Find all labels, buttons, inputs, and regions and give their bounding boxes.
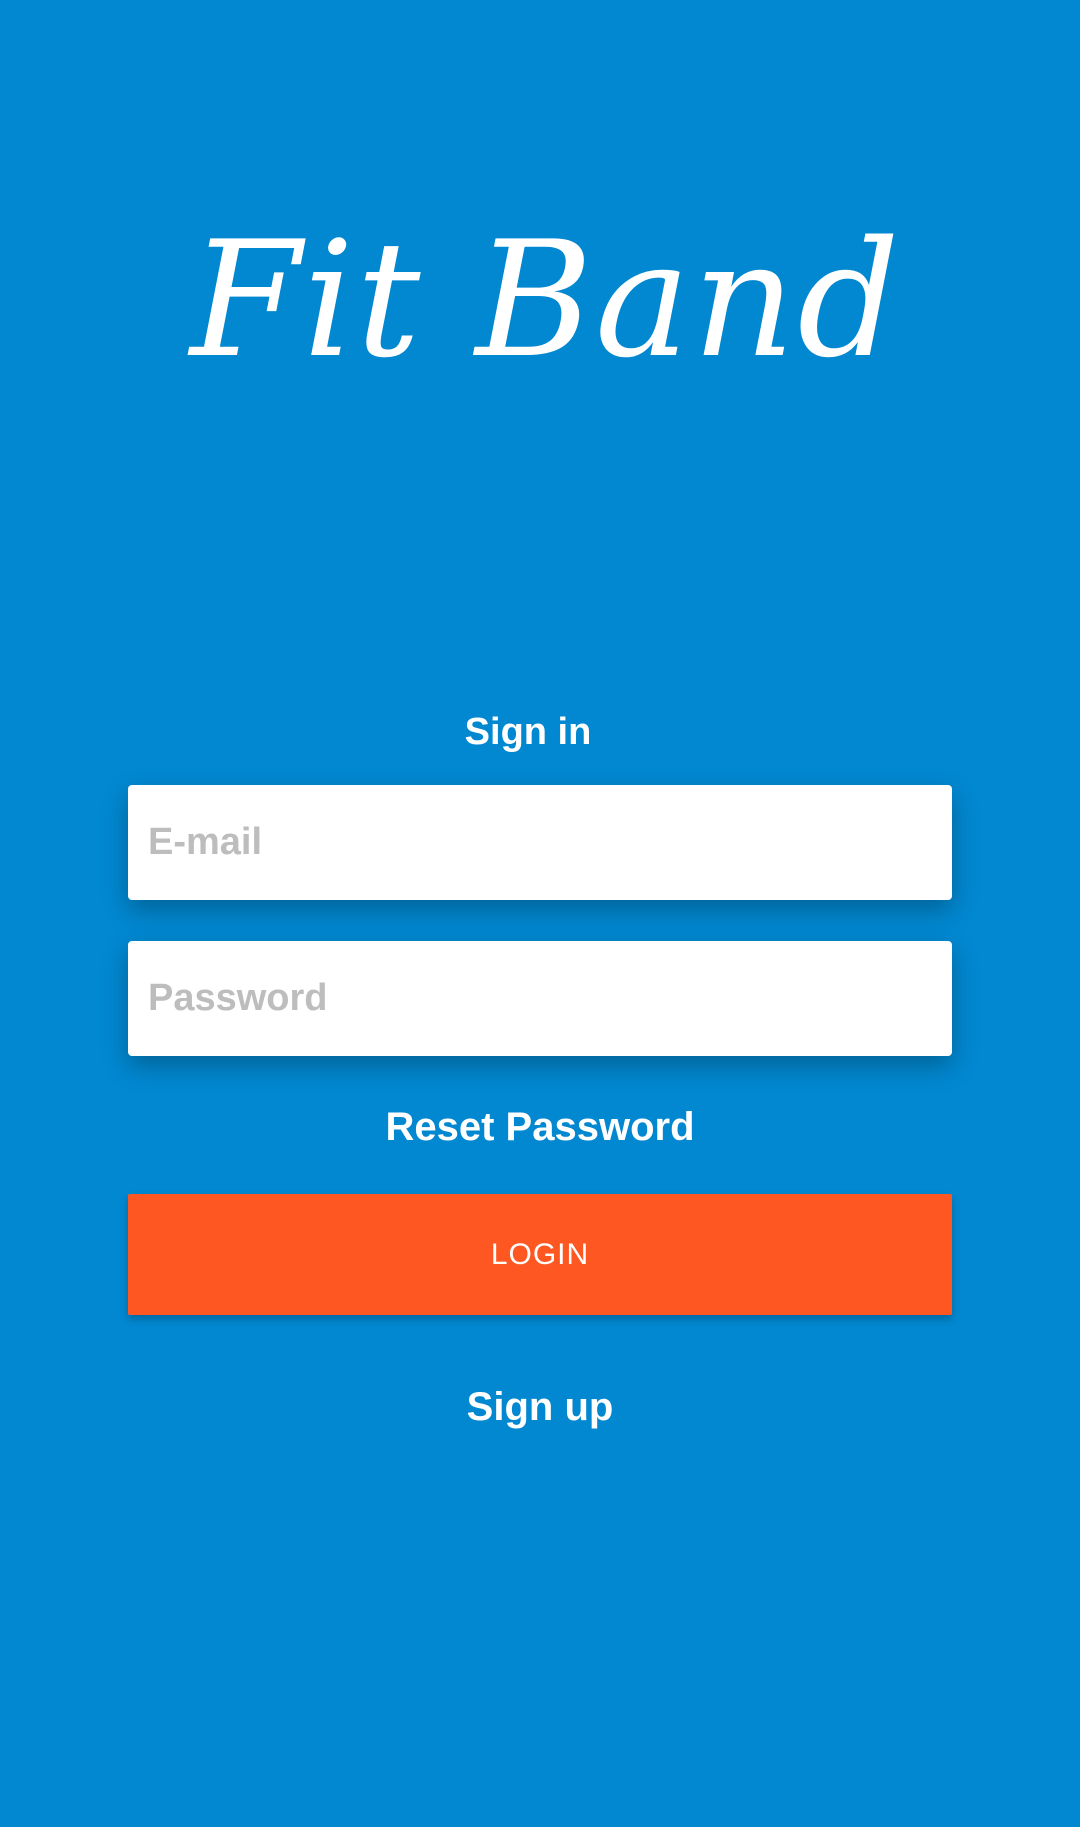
reset-password-link[interactable]: Reset Password <box>0 1103 1080 1151</box>
password-field[interactable] <box>128 941 952 1056</box>
email-field[interactable] <box>128 785 952 900</box>
sign-up-link[interactable]: Sign up <box>0 1383 1080 1431</box>
login-button[interactable]: LOGIN <box>128 1194 952 1315</box>
sign-in-heading: Sign in <box>464 711 592 753</box>
app-logo: Fit Band <box>190 206 902 393</box>
